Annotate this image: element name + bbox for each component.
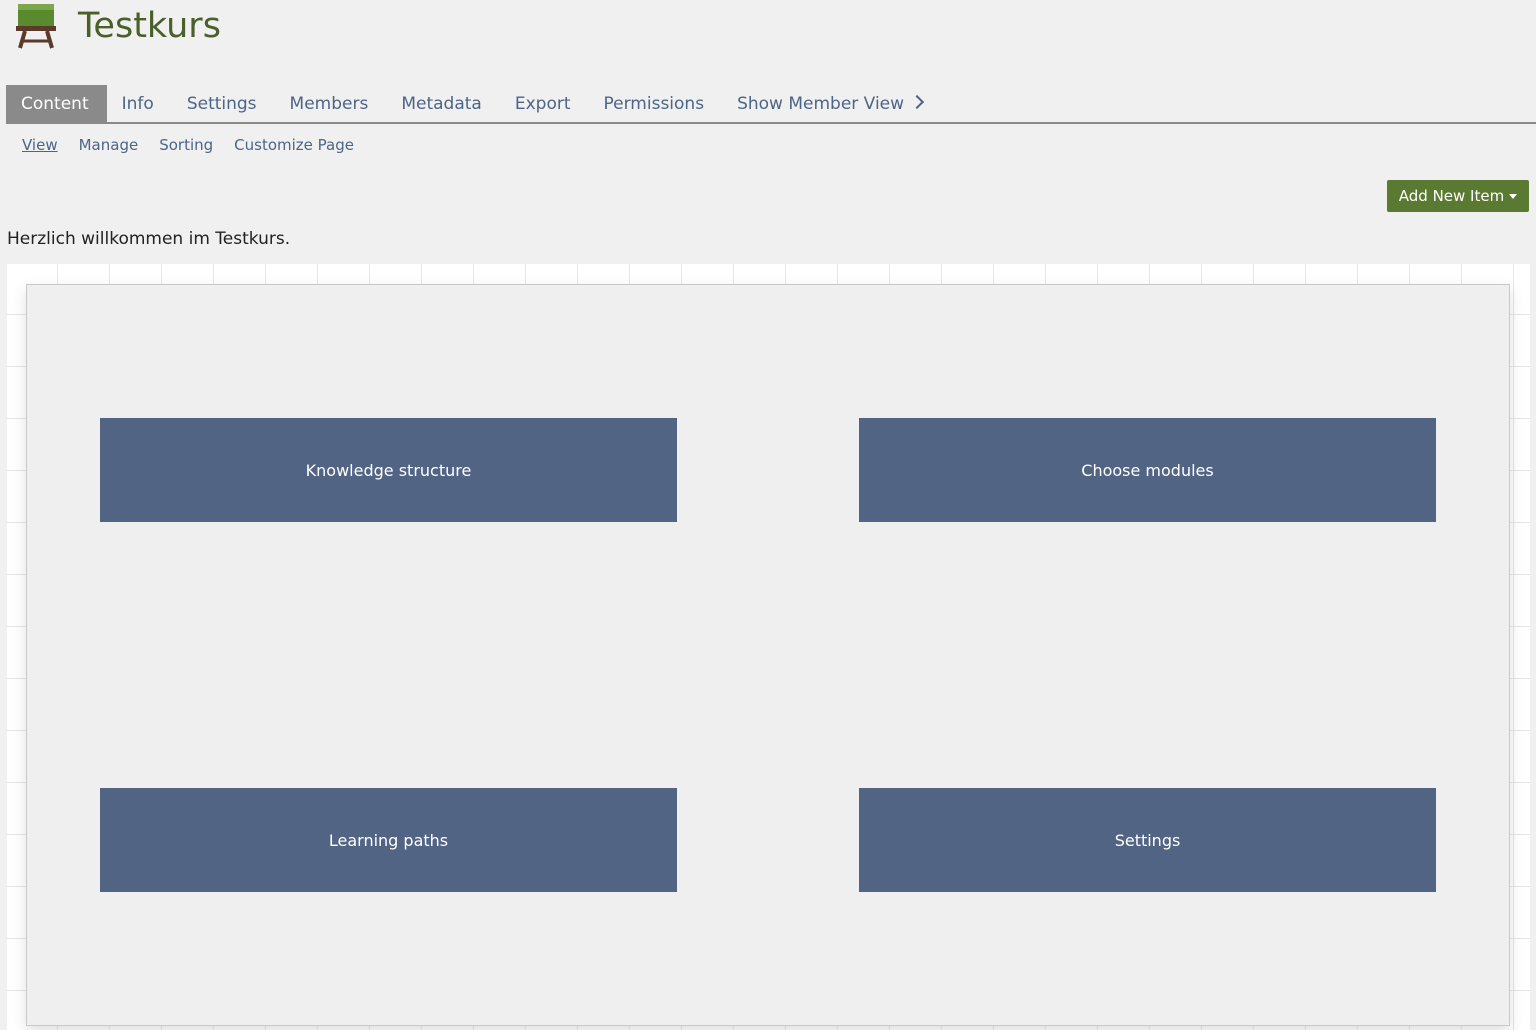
knowledge-structure-button[interactable]: Knowledge structure [100, 418, 677, 522]
tab-permissions[interactable]: Permissions [589, 85, 723, 122]
welcome-text: Herzlich willkommen im Testkurs. [7, 229, 291, 249]
tab-show-member-view[interactable]: Show Member View [722, 85, 940, 122]
tab-settings[interactable]: Settings [172, 85, 275, 122]
course-header: Testkurs [0, 0, 1536, 80]
sub-tabs: View Manage Sorting Customize Page [22, 134, 354, 156]
subtab-customize-page[interactable]: Customize Page [234, 134, 354, 156]
module-panel: Knowledge structure Choose modules Learn… [26, 284, 1510, 1026]
page-title: Testkurs [78, 6, 221, 46]
subtab-manage[interactable]: Manage [79, 134, 139, 156]
settings-button[interactable]: Settings [859, 788, 1436, 892]
learning-paths-button[interactable]: Learning paths [100, 788, 677, 892]
page: Testkurs Content Info Settings Members M… [0, 0, 1536, 1030]
tab-content[interactable]: Content [6, 85, 107, 122]
chevron-right-icon [909, 94, 925, 110]
tab-metadata[interactable]: Metadata [386, 85, 500, 122]
tab-show-member-view-label: Show Member View [737, 94, 905, 114]
subtab-sorting[interactable]: Sorting [159, 134, 213, 156]
tab-members[interactable]: Members [275, 85, 387, 122]
add-new-item-button[interactable]: Add New Item [1387, 180, 1529, 212]
course-board-icon [16, 4, 56, 50]
subtab-view[interactable]: View [22, 134, 58, 156]
tab-info[interactable]: Info [107, 85, 172, 122]
main-tabs: Content Info Settings Members Metadata E… [6, 85, 1536, 124]
add-new-item-label: Add New Item [1398, 187, 1505, 205]
caret-down-icon [1509, 194, 1518, 199]
tab-export[interactable]: Export [500, 85, 589, 122]
choose-modules-button[interactable]: Choose modules [859, 418, 1436, 522]
